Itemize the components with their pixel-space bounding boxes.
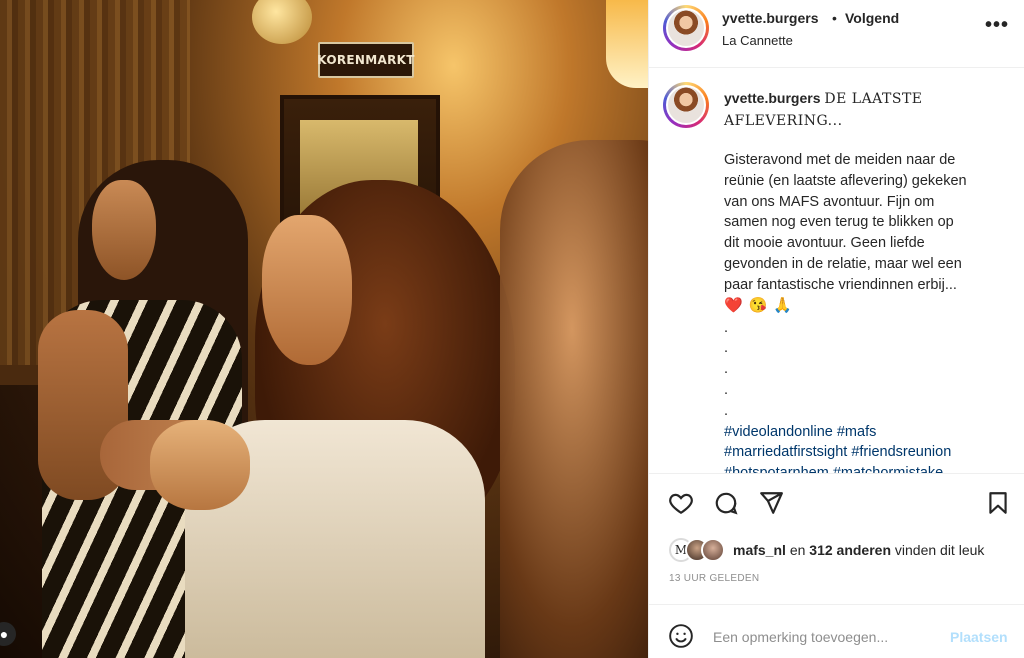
send-icon[interactable] xyxy=(758,490,784,516)
photo-person-2-hands xyxy=(150,420,250,510)
caption-line: reünie (en laatste aflevering) gekeken xyxy=(724,172,967,189)
hashtag-line[interactable]: #hotspotarnhem #matchormistake xyxy=(724,463,1014,473)
photo-sign: KORENMARKT xyxy=(317,42,414,78)
post-header: yvette.burgers • Volgend La Cannette ••• xyxy=(649,0,1024,68)
photo-person-3 xyxy=(500,140,648,658)
post-photo[interactable]: KORENMARKT ● xyxy=(0,0,648,658)
caption-line: van ons MAFS avontuur. Fijn om xyxy=(724,193,935,210)
caption-username[interactable]: yvette.burgers xyxy=(724,90,820,106)
caption-line: paar fantastische vriendinnen erbij... xyxy=(724,276,957,293)
post-location[interactable]: La Cannette xyxy=(722,33,793,48)
caption-heading: yvette.burgers DE LAATSTE AFLEVERING... xyxy=(724,88,1009,132)
avatar-image xyxy=(666,8,706,48)
post-comment-button[interactable]: Plaatsen xyxy=(950,629,1008,645)
likes-text: mafs_nl en 312 anderen vinden dit leuk xyxy=(733,542,984,558)
likes-suffix: vinden dit leuk xyxy=(894,542,985,558)
caption-dot: . xyxy=(724,381,729,398)
caption-emojis: ❤️ 😘 🙏 xyxy=(724,296,1014,318)
caption-dots: . . . . . xyxy=(724,318,1014,422)
caption-line: samen nog even terug te blikken op xyxy=(724,214,954,231)
post-side-panel: yvette.burgers • Volgend La Cannette •••… xyxy=(648,0,1024,658)
caption-dot: . xyxy=(724,402,729,419)
liker-avatars[interactable]: M xyxy=(669,538,727,562)
others-likes-link[interactable]: 312 anderen xyxy=(809,542,891,558)
heart-emoji-icon: ❤️ xyxy=(724,297,743,315)
caption-section: yvette.burgers DE LAATSTE AFLEVERING... … xyxy=(649,69,1024,473)
hashtag-line[interactable]: #marriedatfirstsight #friendsreunion xyxy=(724,442,1014,463)
caption-line: dit mooie avontuur. Geen liefde xyxy=(724,235,925,252)
caption-dot: . xyxy=(724,361,729,378)
photo-balloon xyxy=(252,0,312,44)
heart-icon[interactable] xyxy=(668,490,694,516)
follow-status-button[interactable]: Volgend xyxy=(845,10,899,26)
bookmark-icon[interactable] xyxy=(985,490,1011,516)
caption-dot: . xyxy=(724,319,729,336)
caption-line: gevonden in de relatie, maar wel een xyxy=(724,255,962,272)
caption-body: Gisteravond met de meiden naar de reünie… xyxy=(724,150,1014,473)
comment-input[interactable]: Een opmerking toevoegen... xyxy=(713,629,888,645)
separator-dot: • xyxy=(832,10,837,26)
emoji-icon[interactable] xyxy=(668,623,694,649)
avatar[interactable] xyxy=(663,5,709,51)
caption-avatar[interactable] xyxy=(663,82,709,128)
praying-hands-emoji-icon: 🙏 xyxy=(773,297,793,315)
caption-line: Gisteravond met de meiden naar de xyxy=(724,152,956,168)
photo-person-2-face xyxy=(262,215,352,365)
likes-connector: en xyxy=(789,542,806,558)
hashtags: #videolandonline #mafs #marriedatfirstsi… xyxy=(724,422,1014,473)
photo-lamp xyxy=(606,0,648,88)
caption-avatar-image xyxy=(666,85,706,125)
more-options-icon[interactable]: ••• xyxy=(985,14,1009,37)
action-bar xyxy=(649,473,1024,533)
first-liker-link[interactable]: mafs_nl xyxy=(733,542,786,558)
hashtag-line[interactable]: #videolandonline #mafs xyxy=(724,422,1014,443)
comment-icon[interactable] xyxy=(713,490,739,516)
post-timestamp[interactable]: 13 UUR GELEDEN xyxy=(669,573,759,584)
tagged-user-icon[interactable]: ● xyxy=(0,622,16,646)
photo-person-1-face xyxy=(92,180,156,280)
comment-bar: Een opmerking toevoegen... Plaatsen xyxy=(649,604,1024,658)
caption-dot: . xyxy=(724,340,729,357)
kiss-emoji-icon: 😘 xyxy=(748,297,768,315)
post-username[interactable]: yvette.burgers xyxy=(722,10,818,26)
likes-summary: M mafs_nl en 312 anderen vinden dit leuk xyxy=(669,537,984,563)
liker-avatar xyxy=(701,538,725,562)
